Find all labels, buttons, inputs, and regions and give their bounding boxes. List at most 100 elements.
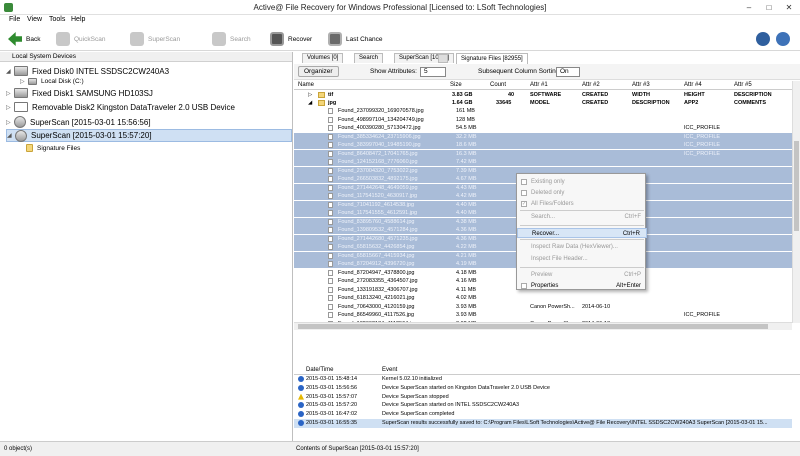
column-attr4[interactable]: Attr #4 [684, 82, 702, 88]
table-row[interactable]: Found_383997040_19485190.jpg 18.6 MB ICC_P… [294, 141, 792, 149]
scrollbar-thumb[interactable] [298, 324, 768, 329]
context-menu-item[interactable]: Recover... Ctrl+R [517, 228, 647, 238]
context-menu-item[interactable]: Deleted only [517, 188, 647, 198]
tree-item-disk2[interactable]: ▷ Removable Disk2 Kingston DataTraveler 2… [6, 102, 235, 112]
context-menu-item[interactable]: Properties Alt+Enter [517, 281, 647, 291]
recover-label: Recover [288, 35, 313, 43]
file-name: Found_139809532_4571284.jpg [338, 227, 418, 233]
folder-row[interactable]: ▷ tif 3.83 GB 40 SOFTWARE CREATED WIDTH … [294, 91, 792, 99]
vertical-scrollbar[interactable] [792, 81, 800, 323]
image-file-icon [328, 159, 333, 165]
log-row[interactable]: 2015-03-01 16:55:35 SuperScan results suc… [294, 419, 792, 428]
horizontal-scrollbar[interactable] [294, 322, 792, 330]
table-row[interactable]: Found_237099320_169070578.jpg 161 MB [294, 107, 792, 115]
menu-tools[interactable]: Tools [46, 16, 68, 23]
file-name: Found_117541520_4630917.jpg [338, 193, 418, 199]
expand-icon[interactable]: ◢ [7, 132, 15, 139]
table-row[interactable]: Found_498997104_134204749.jpg 128 MB [294, 116, 792, 124]
tree-item-signature-files[interactable]: Signature Files [26, 144, 80, 152]
table-row[interactable]: Found_70643000_4120159.jpg 3.93 MB Canon P… [294, 303, 792, 311]
file-name: Found_70643000_4120159.jpg [338, 303, 415, 310]
column-attr5[interactable]: Attr #5 [734, 82, 752, 88]
context-menu-item[interactable]: Inspect File Header... [517, 254, 647, 264]
table-row[interactable]: Found_61813240_4216021.jpg 4.02 MB [294, 294, 792, 302]
maximize-button[interactable]: □ [760, 3, 778, 13]
close-button[interactable]: ✕ [780, 3, 798, 13]
log-column-event[interactable]: Event [382, 367, 397, 373]
expand-icon[interactable]: ◢ [308, 99, 312, 107]
search-button[interactable]: Search [212, 30, 251, 48]
expand-icon[interactable]: ▷ [20, 78, 28, 85]
tab-signature-files[interactable]: Signature Files [82955] [456, 53, 528, 64]
folder-attr3: WIDTH [632, 92, 651, 98]
context-menu-item[interactable]: ✓ All Files/Folders [517, 199, 647, 209]
tree-item-disk0[interactable]: ◢ Fixed Disk0 INTEL SSDSC2CW240A3 [6, 66, 169, 76]
menu-item-shortcut: Ctrl+P [624, 272, 641, 278]
file-attr4: ICC_PROFILE [684, 312, 721, 318]
table-row[interactable]: Found_86408472_17041765.jpg 16.3 MB ICC_PR… [294, 149, 792, 158]
expand-icon[interactable]: ◢ [6, 68, 14, 75]
table-row[interactable]: Found_400390280_57130472.jpg 54.5 MB ICC_P… [294, 124, 792, 132]
tab-volumes[interactable]: Volumes [0] [302, 53, 344, 63]
tree-item-disk1[interactable]: ▷ Fixed Disk1 SAMSUNG HD103SJ [6, 88, 153, 98]
tree-item-local-disk-c[interactable]: ▷ Local Disk (C:) [20, 78, 84, 85]
column-name[interactable]: Name [298, 82, 314, 88]
last-chance-button[interactable]: Last Chance [328, 30, 383, 48]
context-menu-item[interactable]: Existing only [517, 177, 647, 187]
organizer-button[interactable]: Organizer [298, 66, 339, 77]
recover-button[interactable]: Recover [270, 30, 312, 48]
context-menu-item[interactable]: Inspect Raw Data (HexViewer)... [517, 242, 647, 252]
file-name: Found_87204912_4396720.jpg [338, 261, 415, 267]
expand-icon[interactable]: ▷ [6, 90, 14, 97]
log-row[interactable]: 2015-03-01 16:47:02 Device SuperScan comp… [294, 410, 792, 419]
expand-icon[interactable]: ▷ [6, 119, 14, 126]
window-title: Active@ File Recovery for Windows Profes… [253, 3, 547, 12]
log-row[interactable]: 2015-03-01 15:57:20 Device SuperScan star… [294, 401, 792, 410]
tree-item-label: SuperScan [2015-03-01 15:57:20] [31, 131, 152, 140]
tab-label: Volumes [0] [307, 55, 339, 61]
image-file-icon [328, 176, 333, 182]
column-size[interactable]: Size [450, 82, 462, 88]
menu-item-label: Deleted only [531, 190, 565, 196]
tree-item-superscan-1[interactable]: ▷ SuperScan [2015-03-01 15:56:56] [6, 116, 151, 128]
folder-row[interactable]: ◢ jpg 1.64 GB 33645 MODEL CREATED DESCRI… [294, 99, 792, 107]
back-button[interactable]: Back [8, 30, 40, 48]
table-row[interactable]: Found_124152168_7776060.jpg 7.42 MB [294, 158, 792, 166]
tab-icon[interactable] [438, 54, 448, 63]
context-menu-item[interactable]: Search... Ctrl+F [517, 212, 647, 222]
tree-item-superscan-2[interactable]: ◢ SuperScan [2015-03-01 15:57:20] [6, 129, 292, 142]
expand-icon[interactable]: ▷ [308, 91, 312, 99]
log-row[interactable]: 2015-03-01 15:57:07 Device SuperScan stop… [294, 393, 792, 402]
column-attr1[interactable]: Attr #1 [530, 82, 548, 88]
log-row[interactable]: 2015-03-01 15:48:14 Kernel 5.02.10 initia… [294, 375, 792, 384]
menu-help[interactable]: Help [68, 16, 88, 23]
column-count[interactable]: Count [490, 82, 506, 88]
table-row[interactable]: Found_385334624_23715906.jpg 32.2 MB ICC_P… [294, 132, 792, 141]
scrollbar-thumb[interactable] [794, 141, 799, 231]
column-sorting-value: On [560, 68, 569, 75]
menu-view[interactable]: View [24, 16, 45, 23]
folder-attr4: HEIGHT [684, 92, 705, 98]
info-icon[interactable] [756, 32, 770, 46]
show-attributes-select[interactable]: 5 [420, 67, 446, 77]
file-attr4: ICC_PROFILE [684, 150, 721, 157]
superscan-button[interactable]: SuperScan [130, 30, 180, 48]
column-sorting-select[interactable]: On [556, 67, 580, 77]
expand-icon[interactable]: ▷ [6, 104, 14, 111]
gear-icon[interactable] [776, 32, 790, 46]
minimize-button[interactable]: – [740, 3, 758, 13]
context-menu-item[interactable]: Preview Ctrl+P [517, 270, 647, 280]
quickscan-button[interactable]: QuickScan [56, 30, 105, 48]
log-column-datetime[interactable]: Date/Time [306, 367, 333, 373]
table-row[interactable]: Found_86549960_4117526.jpg 3.93 MB ICC_PRO… [294, 311, 792, 319]
event-log: 2015-03-01 15:48:14 Kernel 5.02.10 initia… [294, 375, 800, 441]
toolbar: Back QuickScan SuperScan Search Recover … [0, 27, 800, 51]
file-size: 4.40 MB [456, 210, 477, 216]
menu-file[interactable]: File [6, 16, 23, 23]
log-row[interactable]: 2015-03-01 15:56:56 Device SuperScan star… [294, 384, 792, 393]
menu-separator [520, 239, 644, 240]
column-attr3[interactable]: Attr #3 [632, 82, 650, 88]
file-size: 16.3 MB [456, 150, 477, 157]
tab-search[interactable]: Search [354, 53, 384, 63]
column-attr2[interactable]: Attr #2 [582, 82, 600, 88]
